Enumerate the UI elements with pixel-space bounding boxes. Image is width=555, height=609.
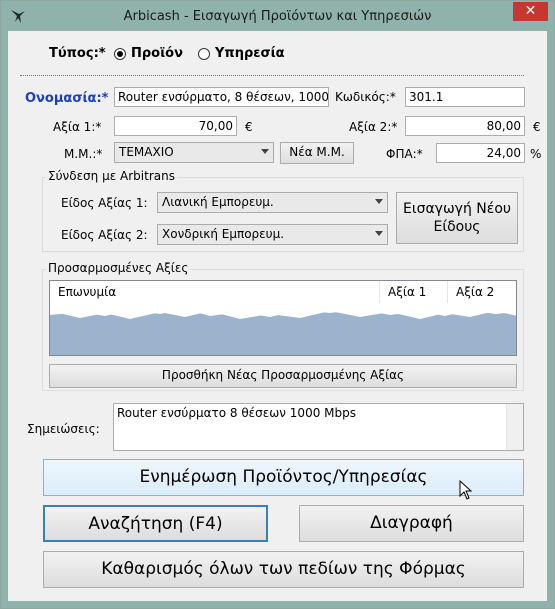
vat-input[interactable]: 24,00 xyxy=(436,143,525,163)
chevron-down-icon xyxy=(375,199,383,204)
chevron-down-icon xyxy=(375,231,383,236)
value2-label: Αξία 2:* xyxy=(349,120,398,134)
new-unit-button[interactable]: Νέα Μ.Μ. xyxy=(280,142,354,164)
app-window: Arbicash - Εισαγωγή Προϊόντων και Υπηρεσ… xyxy=(0,0,555,609)
type-label: Τύπος:* xyxy=(49,46,106,61)
kind1-select[interactable]: Λιανική Εμπορευμ. xyxy=(157,192,388,213)
value2-unit: € xyxy=(533,120,541,134)
value1-unit: € xyxy=(245,120,253,134)
grid-body xyxy=(50,303,516,355)
separator xyxy=(20,75,524,76)
clear-form-button[interactable]: Καθαρισμός όλων των πεδίων της Φόρμας xyxy=(43,551,524,588)
type-radio-service[interactable] xyxy=(198,48,210,60)
kind2-label: Είδος Αξίας 2: xyxy=(61,228,148,242)
unit-measure-select[interactable]: ΤΕΜΑΧΙΟ xyxy=(114,142,274,163)
update-button[interactable]: Ενημέρωση Προϊόντος/Υπηρεσίας xyxy=(43,459,524,496)
vat-unit: % xyxy=(530,147,542,161)
column-header-name[interactable]: Επωνυμία xyxy=(50,281,380,303)
custom-values-title: Προσαρμοσμένες Αξίες xyxy=(46,261,191,275)
value2-input[interactable]: 80,00 xyxy=(405,116,525,136)
kind2-value: Χονδρική Εμπορευμ. xyxy=(162,227,285,241)
new-kind-line2: Είδους xyxy=(433,219,481,235)
arbitrans-group-title: Σύνδεση με Arbitrans xyxy=(46,169,177,183)
value1-label: Αξία 1:* xyxy=(53,120,102,134)
value1-input[interactable]: 70,00 xyxy=(114,116,237,136)
column-header-value1[interactable]: Αξία 1 xyxy=(380,281,448,303)
code-label: Κωδικός:* xyxy=(335,90,396,104)
notes-scrollbar[interactable] xyxy=(506,404,523,450)
notes-value: Router ενσύρματο 8 θέσεων 1000 Mbps xyxy=(117,406,356,420)
window-title: Arbicash - Εισαγωγή Προϊόντων και Υπηρεσ… xyxy=(123,9,432,24)
unit-measure-label: Μ.Μ.:* xyxy=(64,147,103,161)
notes-label: Σημειώσεις: xyxy=(27,422,100,436)
search-button[interactable]: Αναζήτηση (F4) xyxy=(43,505,268,542)
unit-measure-value: ΤΕΜΑΧΙΟ xyxy=(119,145,174,159)
chevron-down-icon xyxy=(261,149,269,154)
kind1-label: Είδος Αξίας 1: xyxy=(61,196,148,210)
close-button[interactable]: ✕ xyxy=(513,2,548,21)
new-kind-line1: Εισαγωγή Νέου xyxy=(402,201,511,217)
form-body: Τύπος:* Προϊόν Υπηρεσία Ονομασία:* Route… xyxy=(8,31,547,601)
type-option-service[interactable]: Υπηρεσία xyxy=(215,46,285,61)
title-bar[interactable]: Arbicash - Εισαγωγή Προϊόντων και Υπηρεσ… xyxy=(1,1,554,31)
new-kind-button[interactable]: Εισαγωγή Νέου Είδους xyxy=(396,192,518,244)
delete-button[interactable]: Διαγραφή xyxy=(299,505,524,542)
add-custom-value-button[interactable]: Προσθήκη Νέας Προσαρμοσμένης Αξίας xyxy=(49,364,517,388)
vat-label: ΦΠΑ:* xyxy=(386,147,423,161)
type-radio-product[interactable] xyxy=(114,48,126,60)
name-input[interactable]: Router ενσύρματο, 8 θέσεων, 1000 M xyxy=(114,87,329,107)
kind1-value: Λιανική Εμπορευμ. xyxy=(162,195,274,209)
type-option-product[interactable]: Προϊόν xyxy=(131,46,183,61)
mouse-pointer-icon xyxy=(459,480,473,500)
name-label: Ονομασία:* xyxy=(25,91,109,106)
notes-textarea[interactable]: Router ενσύρματο 8 θέσεων 1000 Mbps xyxy=(113,403,524,451)
column-header-value2[interactable]: Αξία 2 xyxy=(448,281,516,303)
code-input[interactable]: 301.1 xyxy=(405,87,525,107)
custom-values-grid[interactable]: Επωνυμία Αξία 1 Αξία 2 xyxy=(49,280,517,356)
kind2-select[interactable]: Χονδρική Εμπορευμ. xyxy=(157,224,388,245)
